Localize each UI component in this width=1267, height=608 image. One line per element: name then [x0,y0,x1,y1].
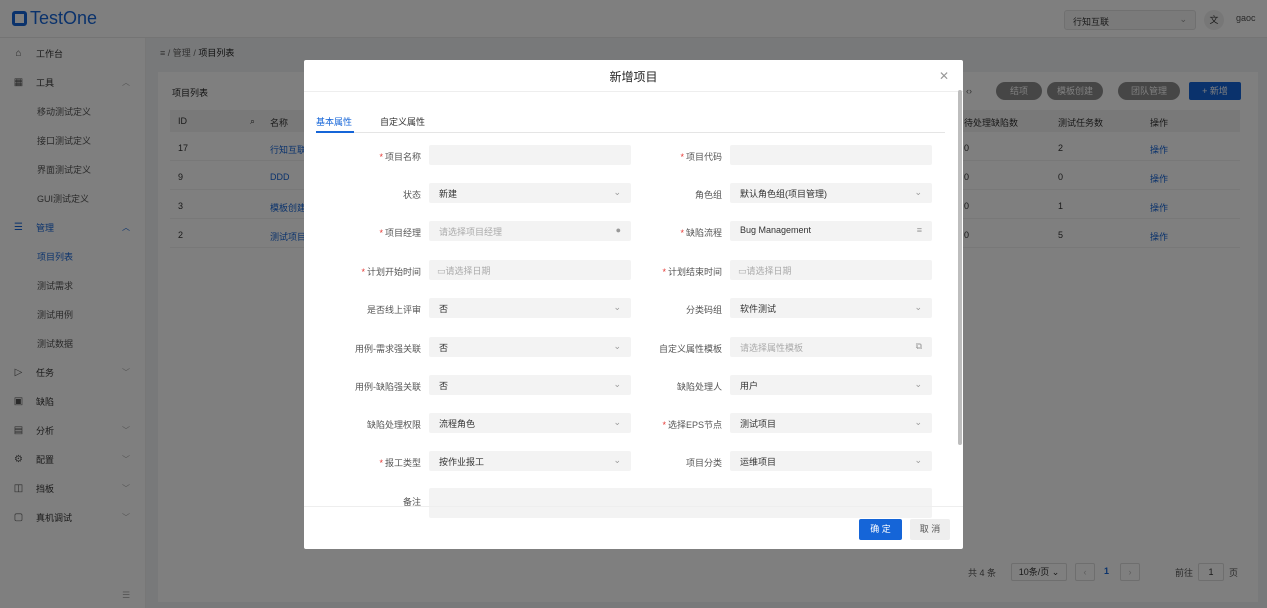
report-type-label: * 报工类型 [379,458,421,468]
defect-handler-select[interactable]: 用户 ⌄ [730,375,932,395]
dialog-scrollbar[interactable] [958,90,962,445]
defect-flow-select[interactable]: Bug Management ≡ [730,221,932,241]
chevron-down-icon: ⌄ [914,187,922,197]
menu-icon: ≡ [916,225,922,235]
tab-custom[interactable]: 自定义属性 [380,115,425,128]
status-select[interactable]: 新建 ⌄ [429,183,631,203]
calendar-icon: ▭ [437,266,446,276]
category-code-value: 软件测试 [740,304,777,314]
online-review-select[interactable]: 否 ⌄ [429,298,631,318]
role-group-value: 默认角色组(项目管理) [740,189,827,199]
project-name-label: * 项目名称 [379,152,421,162]
role-group-select[interactable]: 默认角色组(项目管理) ⌄ [730,183,932,203]
report-type-value: 按作业报工 [439,457,485,467]
defect-handler-label: 缺陷处理人 [676,382,722,392]
eps-node-select[interactable]: 测试项目 ⌄ [730,413,932,433]
category-code-label: 分类码组 [685,305,722,315]
tab-divider [316,132,945,133]
case-bug-value: 否 [439,381,449,391]
online-review-label: 是否线上评审 [366,305,421,315]
defect-handler-value: 用户 [740,381,759,391]
eps-node-label: * 选择EPS节点 [662,420,722,430]
report-type-select[interactable]: 按作业报工 ⌄ [429,451,631,471]
eps-node-value: 测试项目 [740,419,777,429]
tab-basic[interactable]: 基本属性 [316,115,352,128]
status-value: 新建 [439,189,458,199]
project-category-select[interactable]: 运维项目 ⌄ [730,451,932,471]
end-date-placeholder: 请选择日期 [746,266,792,276]
project-code-input[interactable] [730,145,932,165]
chevron-down-icon: ⌄ [914,379,922,389]
active-tab-indicator [316,131,354,133]
case-req-value: 否 [439,343,449,353]
role-group-label: 角色组 [694,190,722,200]
case-req-select[interactable]: 否 ⌄ [429,337,631,357]
manager-label: * 项目经理 [379,228,421,238]
chevron-down-icon: ⌄ [914,302,922,312]
project-code-label: * 项目代码 [680,152,722,162]
defect-permission-value: 流程角色 [439,419,476,429]
new-project-dialog: 新增项目 ✕ 基本属性 自定义属性 * 项目名称 * 项目代码 状态 新建 ⌄ 角色组… [304,60,963,549]
custom-template-select[interactable]: 请选择属性模板 ⧉ [730,337,932,357]
divider [304,91,963,92]
copy-icon: ⧉ [915,341,922,351]
project-category-label: 项目分类 [685,458,722,468]
end-date-label: * 计划结束时间 [662,267,722,277]
status-label: 状态 [402,190,421,200]
defect-flow-value: Bug Management [740,225,812,235]
manager-picker[interactable]: 请选择项目经理 ● [429,221,631,241]
close-icon[interactable]: ✕ [939,69,949,83]
defect-permission-select[interactable]: 流程角色 ⌄ [429,413,631,433]
cancel-button[interactable]: 取 消 [910,519,950,540]
start-date-picker[interactable]: ▭请选择日期 [429,260,631,280]
confirm-button[interactable]: 确 定 [859,519,902,540]
defect-flow-label: * 缺陷流程 [680,228,722,238]
case-req-label: 用例-需求强关联 [355,344,421,354]
case-bug-label: 用例-缺陷强关联 [355,382,421,392]
custom-template-label: 自定义属性模板 [658,344,722,354]
online-review-value: 否 [439,304,449,314]
defect-permission-label: 缺陷处理权限 [366,420,421,430]
manager-placeholder: 请选择项目经理 [439,227,503,237]
dialog-title: 新增项目 [609,70,658,84]
start-date-label: * 计划开始时间 [361,267,421,277]
custom-template-placeholder: 请选择属性模板 [740,343,804,353]
end-date-picker[interactable]: ▭请选择日期 [730,260,932,280]
project-name-input[interactable] [429,145,631,165]
chevron-down-icon: ⌄ [914,417,922,427]
category-code-select[interactable]: 软件测试 ⌄ [730,298,932,318]
calendar-icon: ▭ [738,266,747,276]
start-date-placeholder: 请选择日期 [445,266,491,276]
case-bug-select[interactable]: 否 ⌄ [429,375,631,395]
project-category-value: 运维项目 [740,457,777,467]
footer-divider [304,506,963,507]
chevron-down-icon: ⌄ [914,455,922,465]
remark-textarea[interactable] [429,488,932,518]
